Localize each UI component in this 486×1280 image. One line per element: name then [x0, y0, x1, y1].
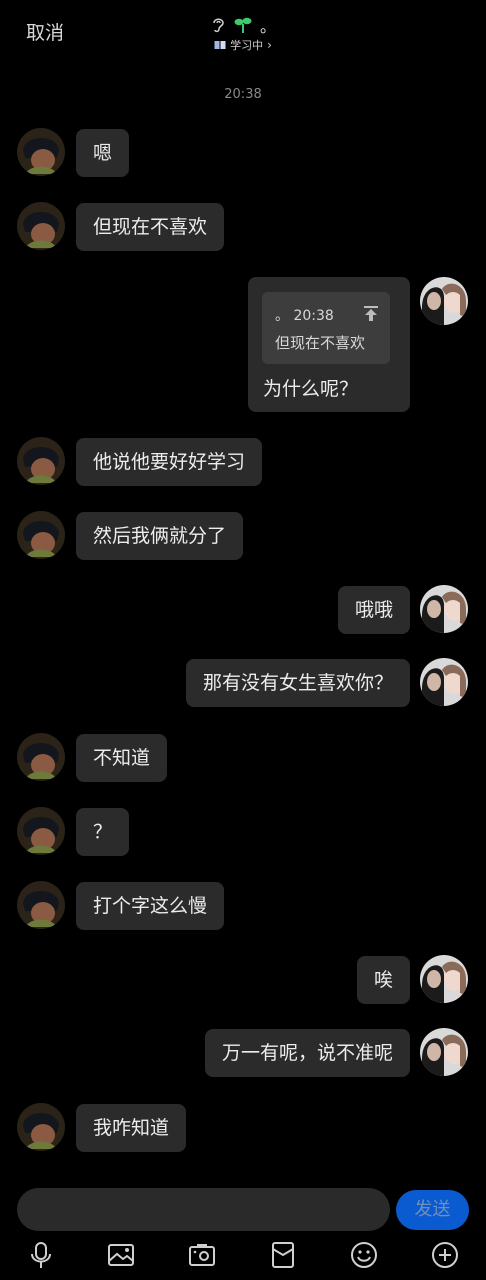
quote-time: 20:38 — [293, 308, 334, 324]
quote-message-bubble[interactable]: 。 20:38 但现在不喜欢 为什么呢？ — [248, 277, 410, 412]
message-bubble[interactable]: 万一有呢，说不准呢 — [204, 1029, 410, 1077]
chat-header: 取消 。 学习中 › — [0, 0, 486, 64]
avatar[interactable] — [420, 955, 468, 1003]
message-bubble[interactable]: 哦哦 — [337, 586, 410, 634]
avatar[interactable] — [420, 277, 468, 325]
message-bubble[interactable]: 那有没有女生喜欢你？ — [185, 659, 410, 707]
message-bubble[interactable]: 嗯 — [76, 129, 130, 177]
avatar[interactable] — [17, 202, 65, 250]
avatar[interactable] — [17, 881, 65, 929]
composer-toolbar — [0, 1236, 486, 1276]
avatar[interactable] — [17, 437, 65, 485]
message-bubble[interactable]: 我咋知道 — [76, 1104, 187, 1152]
book-icon — [214, 41, 226, 49]
avatar[interactable] — [420, 585, 468, 633]
status-label: 学习中 — [230, 39, 264, 52]
ear-icon — [213, 18, 224, 33]
quoted-message-card[interactable]: 。 20:38 但现在不喜欢 — [262, 292, 390, 364]
avatar[interactable] — [17, 511, 65, 559]
message-bubble[interactable]: 不知道 — [76, 734, 168, 782]
message-timestamp: 20:38 — [224, 87, 262, 102]
message-bubble[interactable]: 但现在不喜欢 — [76, 203, 225, 251]
emoji-icon[interactable] — [349, 1240, 379, 1270]
message-bubble[interactable]: 然后我俩就分了 — [76, 512, 244, 560]
chat-title[interactable]: 。 学习中 › — [0, 14, 486, 53]
avatar[interactable] — [17, 733, 65, 781]
message-bubble[interactable]: 唉 — [356, 956, 410, 1004]
message-text: 为什么呢？ — [263, 378, 359, 400]
message-bubble[interactable]: 打个字这么慢 — [76, 882, 225, 930]
camera-icon[interactable] — [187, 1240, 217, 1270]
scroll-to-top-icon[interactable] — [362, 304, 380, 322]
message-bubble[interactable]: 他说他要好好学习 — [76, 438, 263, 486]
quote-text: 但现在不喜欢 — [275, 334, 366, 352]
sprout-icon — [234, 17, 252, 33]
plus-icon[interactable] — [430, 1240, 460, 1270]
microphone-icon[interactable] — [26, 1240, 56, 1270]
status-line[interactable]: 学习中 › — [0, 37, 486, 53]
image-icon[interactable] — [106, 1240, 136, 1270]
avatar[interactable] — [17, 1103, 65, 1151]
send-button[interactable]: 发送 — [396, 1190, 469, 1230]
message-bubble[interactable]: ？ — [76, 808, 130, 856]
red-packet-icon[interactable] — [268, 1240, 298, 1270]
chevron-right-icon: › — [267, 38, 272, 52]
avatar[interactable] — [420, 658, 468, 706]
avatar[interactable] — [420, 1028, 468, 1076]
contact-name: 。 — [259, 17, 276, 36]
quote-sender: 。 — [275, 308, 289, 324]
avatar[interactable] — [17, 807, 65, 855]
message-input[interactable] — [17, 1188, 390, 1231]
avatar[interactable] — [17, 128, 65, 176]
